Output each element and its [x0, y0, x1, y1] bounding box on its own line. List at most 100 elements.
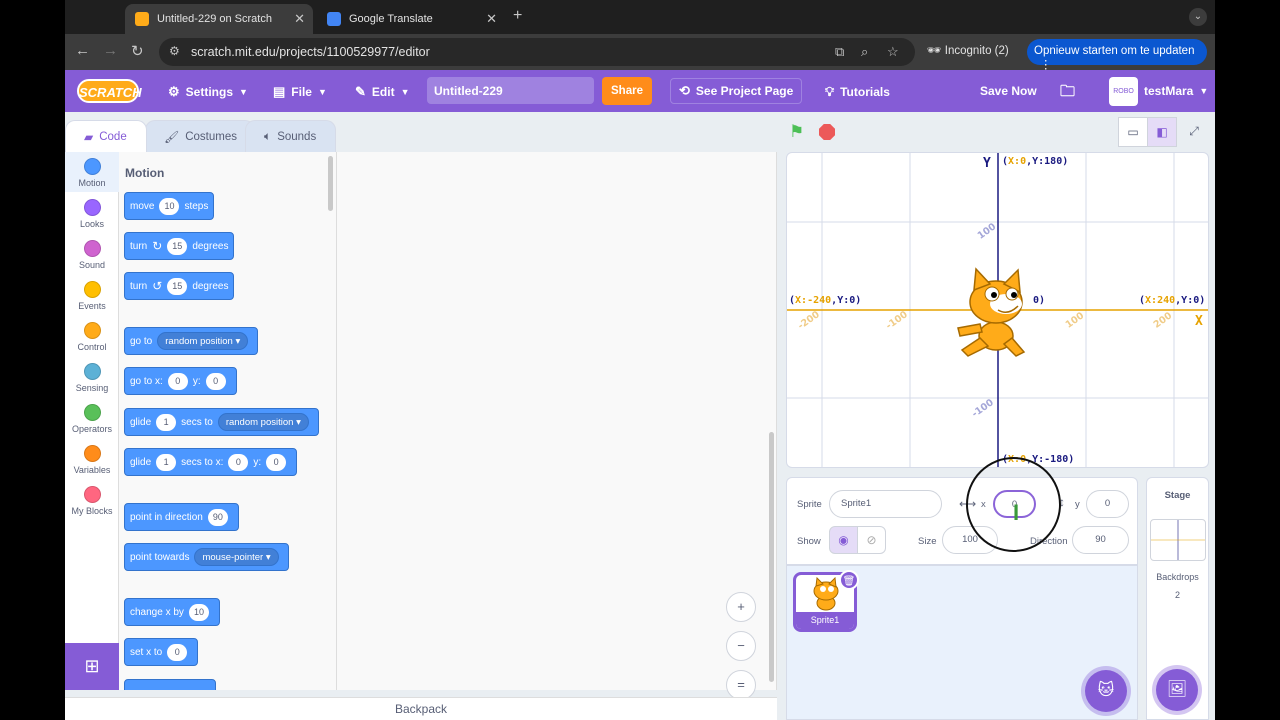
forward-icon[interactable]: →: [103, 42, 118, 59]
block-dropdown[interactable]: mouse-pointer ▾: [194, 548, 279, 566]
site-info-icon[interactable]: ⚙: [169, 44, 180, 58]
block-input[interactable]: 0: [167, 372, 188, 390]
block-point-in-direction[interactable]: point in direction 90: [124, 503, 239, 531]
category-label: Events: [78, 301, 106, 311]
category-sound[interactable]: Sound: [65, 240, 119, 270]
zoom-icon[interactable]: ⌕: [861, 44, 868, 60]
block-dropdown[interactable]: random position ▾: [157, 332, 249, 350]
block-input[interactable]: 0: [228, 453, 249, 471]
block-input[interactable]: 15: [167, 237, 188, 255]
close-tab-icon[interactable]: ✕: [486, 11, 497, 27]
see-project-page-label: See Project Page: [695, 84, 794, 98]
category-sensing[interactable]: Sensing: [65, 363, 119, 393]
avatar[interactable]: ROBO: [1109, 77, 1138, 106]
browser-tab-scratch[interactable]: Untitled-229 on Scratch ✕: [125, 4, 313, 34]
block-input[interactable]: 90: [207, 508, 228, 526]
show-hidden-button[interactable]: ⊘: [857, 526, 886, 554]
green-flag-icon[interactable]: ⚑: [789, 122, 804, 142]
my-stuff-folder-icon[interactable]: 🗀: [1060, 81, 1075, 106]
new-tab-icon[interactable]: +: [513, 7, 522, 25]
normal-stage-button[interactable]: ◧: [1147, 117, 1177, 147]
block-change-x[interactable]: change x by 10: [124, 598, 220, 626]
block-go-to-xy[interactable]: go to x: 0 y: 0: [124, 367, 237, 395]
edit-label: Edit: [371, 85, 395, 99]
category-operators[interactable]: Operators: [65, 404, 119, 434]
fullscreen-button[interactable]: ⤢: [1179, 117, 1209, 147]
block-text: turn: [130, 240, 148, 252]
scratch-cat-sprite[interactable]: [954, 266, 1034, 358]
file-menu[interactable]: ▤ File ▼: [273, 84, 327, 100]
zoom-in-button[interactable]: +: [726, 592, 756, 622]
back-icon[interactable]: ←: [75, 42, 90, 59]
translate-page-icon[interactable]: ⧉: [835, 44, 844, 60]
edit-menu[interactable]: ✎ Edit ▼: [355, 84, 410, 100]
category-control[interactable]: Control: [65, 322, 119, 352]
category-looks[interactable]: Looks: [65, 199, 119, 229]
zoom-out-button[interactable]: −: [726, 631, 756, 661]
tab-sounds[interactable]: 🔈︎ Sounds: [245, 120, 336, 152]
block-glide-xy[interactable]: glide 1 secs to x: 0 y: 0: [124, 448, 298, 476]
tab-search-chevron-icon[interactable]: ⌄: [1189, 8, 1207, 26]
delete-sprite-icon[interactable]: 🗑︎: [839, 570, 859, 590]
block-input[interactable]: 15: [167, 277, 188, 295]
show-visible-button[interactable]: ◉: [829, 526, 858, 554]
block-input[interactable]: 0: [266, 453, 287, 471]
script-workspace[interactable]: + − =: [337, 152, 777, 700]
y-position-input[interactable]: 0: [1086, 490, 1129, 518]
account-menu[interactable]: testMara ▼: [1144, 84, 1208, 98]
browser-tab-translate[interactable]: Google Translate ✕: [317, 4, 505, 34]
choose-backdrop-button[interactable]: 🖼︎: [1156, 669, 1198, 711]
category-label: Sound: [78, 260, 106, 270]
add-extension-button[interactable]: ⊞: [65, 643, 119, 690]
block-move-steps[interactable]: move 10 steps: [124, 192, 215, 220]
block-input[interactable]: 0: [205, 372, 226, 390]
stage-thumbnail-grid: [1151, 520, 1205, 560]
reload-icon[interactable]: ↻: [131, 42, 144, 60]
address-bar[interactable]: ⚙ scratch.mit.edu/projects/1100529977/ed…: [159, 38, 915, 66]
see-project-page-button[interactable]: ⟲ See Project Page: [670, 78, 803, 104]
block-input[interactable]: 1: [156, 453, 177, 471]
tutorials-button[interactable]: 💡︎ Tutorials: [825, 84, 890, 100]
zoom-reset-button[interactable]: =: [726, 670, 756, 700]
block-turn-left[interactable]: turn ↺ 15 degrees: [124, 272, 235, 300]
block-set-x[interactable]: set x to 0: [124, 638, 199, 666]
x-axis-label: X: [1195, 314, 1203, 329]
block-input[interactable]: 10: [159, 197, 180, 215]
category-events[interactable]: Events: [65, 281, 119, 311]
stop-sign-icon[interactable]: [819, 124, 835, 140]
stage-thumbnail[interactable]: [1150, 519, 1206, 561]
restart-to-update-button[interactable]: Opnieuw starten om te updaten ⋮: [1027, 39, 1207, 71]
size-label: Size: [918, 536, 937, 547]
scratch-logo[interactable]: SCRATCH: [77, 79, 142, 103]
block-point-towards[interactable]: point towards mouse-pointer ▾: [124, 543, 289, 571]
project-title-input[interactable]: Untitled-229: [427, 77, 594, 104]
category-my-blocks[interactable]: My Blocks: [65, 486, 119, 516]
stage-canvas[interactable]: (X:0,Y:180) (X:0,Y:-180) (X:-240,Y:0) (X…: [786, 152, 1209, 468]
workspace-scrollbar[interactable]: [769, 432, 774, 682]
block-glide-to[interactable]: glide 1 secs to random position ▾: [124, 408, 319, 436]
tab-code[interactable]: ▰ Code: [65, 120, 147, 152]
sprite-name-input[interactable]: Sprite1: [829, 490, 942, 518]
tab-costumes[interactable]: 🖌︎ Costumes: [145, 120, 255, 152]
settings-menu[interactable]: ⚙ Settings ▼: [168, 84, 248, 100]
close-tab-icon[interactable]: ✕: [294, 11, 305, 27]
category-variables[interactable]: Variables: [65, 445, 119, 475]
palette-scrollbar[interactable]: [328, 156, 333, 211]
direction-input[interactable]: 90: [1072, 526, 1129, 554]
block-input[interactable]: 10: [188, 603, 209, 621]
save-now-button[interactable]: Save Now: [980, 84, 1037, 98]
block-input[interactable]: 1: [156, 413, 177, 431]
block-input[interactable]: 0: [167, 643, 188, 661]
category-motion[interactable]: Motion: [65, 152, 119, 192]
add-backdrop-icon: 🖼︎: [1166, 681, 1188, 698]
incognito-indicator[interactable]: 🕶︎ Incognito (2): [927, 43, 1009, 57]
small-stage-button[interactable]: ▭: [1118, 117, 1148, 147]
block-go-to[interactable]: go to random position ▾: [124, 327, 259, 355]
block-partial[interactable]: [124, 679, 216, 690]
backpack-bar[interactable]: Backpack: [65, 697, 777, 720]
share-button[interactable]: Share: [602, 77, 652, 105]
block-turn-right[interactable]: turn ↻ 15 degrees: [124, 232, 235, 260]
bookmark-star-icon[interactable]: ☆: [887, 44, 899, 60]
block-dropdown[interactable]: random position ▾: [217, 413, 309, 431]
choose-sprite-button[interactable]: 🐱︎: [1085, 670, 1127, 712]
